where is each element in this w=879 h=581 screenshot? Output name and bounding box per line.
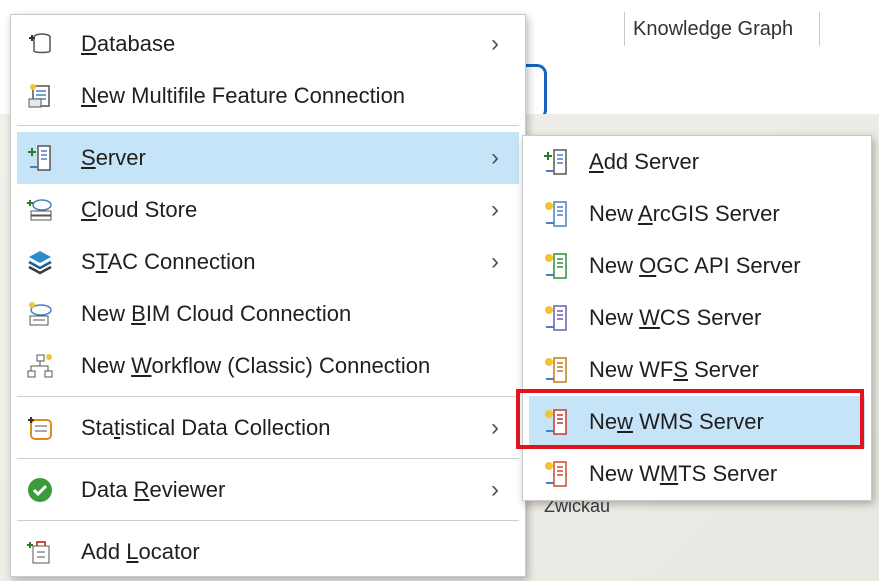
menu-separator xyxy=(17,125,519,126)
menu-item-server[interactable]: Server › xyxy=(17,132,519,184)
submenu-item-new-wmts-server[interactable]: New WMTS Server xyxy=(529,448,865,500)
wcs-server-icon xyxy=(541,303,571,333)
arcgis-server-icon xyxy=(541,199,571,229)
menu-separator xyxy=(17,396,519,397)
cloud-store-icon xyxy=(25,195,55,225)
database-icon xyxy=(25,29,55,59)
check-circle-icon xyxy=(25,475,55,505)
menu-item-new-multifile-feature-connection[interactable]: New Multifile Feature Connection xyxy=(17,70,519,122)
server-submenu: Add Server New ArcGIS Server New OGC API… xyxy=(522,135,872,501)
submenu-item-new-ogc-api-server[interactable]: New OGC API Server xyxy=(529,240,865,292)
chevron-right-icon: › xyxy=(491,30,499,57)
submenu-item-new-arcgis-server[interactable]: New ArcGIS Server xyxy=(529,188,865,240)
chevron-right-icon: › xyxy=(491,144,499,171)
chevron-right-icon: › xyxy=(491,196,499,223)
menu-item-cloud-store[interactable]: Cloud Store › xyxy=(17,184,519,236)
bim-cloud-icon xyxy=(25,299,55,329)
chevron-right-icon: › xyxy=(491,476,499,503)
chevron-right-icon: › xyxy=(491,414,499,441)
locator-icon xyxy=(25,537,55,567)
multifile-connection-icon xyxy=(25,81,55,111)
menu-item-new-bim-cloud-connection[interactable]: New BIM Cloud Connection xyxy=(17,288,519,340)
submenu-item-add-server[interactable]: Add Server xyxy=(529,136,865,188)
ogc-server-icon xyxy=(541,251,571,281)
add-server-icon xyxy=(541,147,571,177)
server-icon xyxy=(25,143,55,173)
menu-item-database[interactable]: Database › xyxy=(17,18,519,70)
wms-server-icon xyxy=(541,407,571,437)
menu-item-data-reviewer[interactable]: Data Reviewer › xyxy=(17,464,519,516)
submenu-item-new-wms-server[interactable]: New WMS Server xyxy=(529,396,865,448)
tab-knowledge-graph[interactable]: Knowledge Graph xyxy=(624,12,820,46)
stac-layers-icon xyxy=(25,247,55,277)
menu-separator xyxy=(17,458,519,459)
menu-item-stac-connection[interactable]: STAC Connection › xyxy=(17,236,519,288)
wfs-server-icon xyxy=(541,355,571,385)
statistical-data-icon xyxy=(25,413,55,443)
menu-item-statistical-data-collection[interactable]: Statistical Data Collection › xyxy=(17,402,519,454)
wmts-server-icon xyxy=(541,459,571,489)
submenu-item-new-wcs-server[interactable]: New WCS Server xyxy=(529,292,865,344)
menu-item-add-locator[interactable]: Add Locator xyxy=(17,526,519,578)
menu-item-new-workflow-connection[interactable]: New Workflow (Classic) Connection xyxy=(17,340,519,392)
workflow-icon xyxy=(25,351,55,381)
chevron-right-icon: › xyxy=(491,248,499,275)
submenu-item-new-wfs-server[interactable]: New WFS Server xyxy=(529,344,865,396)
connections-menu: Database › New Multifile Feature Connect… xyxy=(10,14,526,577)
menu-separator xyxy=(17,520,519,521)
